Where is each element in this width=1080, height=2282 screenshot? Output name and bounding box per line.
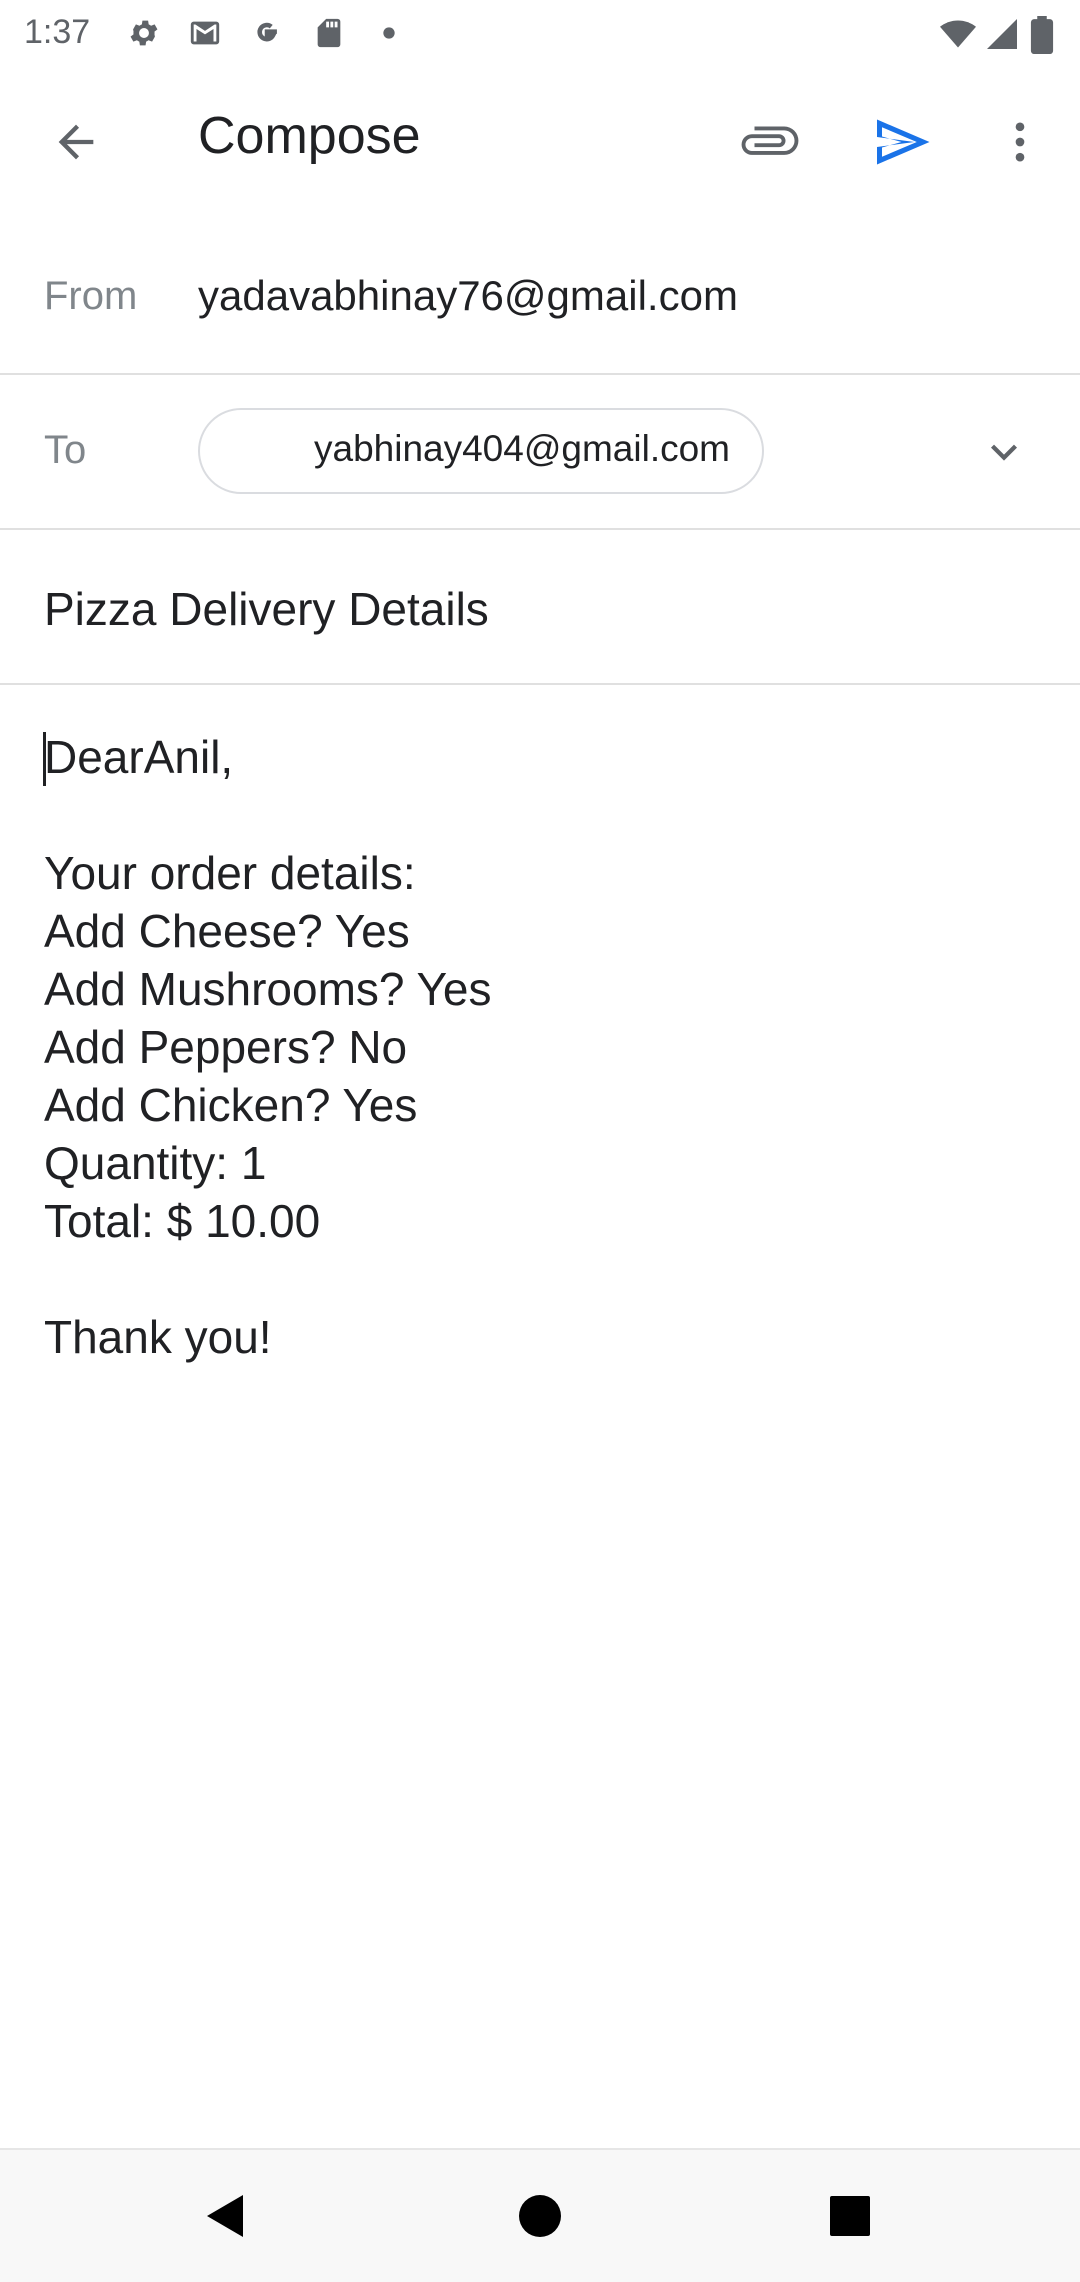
battery-icon bbox=[1030, 16, 1054, 54]
divider bbox=[0, 683, 1080, 685]
send-button[interactable] bbox=[854, 94, 950, 190]
app-bar: Compose bbox=[0, 64, 1080, 224]
from-label: From bbox=[44, 274, 138, 318]
text-cursor bbox=[43, 732, 46, 786]
navigation-bar bbox=[0, 2148, 1080, 2282]
attach-button[interactable] bbox=[722, 94, 818, 190]
signal-icon bbox=[984, 16, 1020, 52]
subject-field[interactable]: Pizza Delivery Details bbox=[44, 582, 489, 636]
arrow-back-icon bbox=[58, 124, 94, 160]
divider bbox=[0, 373, 1080, 375]
google-icon bbox=[250, 16, 284, 50]
body-field[interactable]: DearAnil, Your order details: Add Cheese… bbox=[44, 728, 1044, 1366]
nav-back-icon bbox=[207, 2195, 243, 2237]
wifi-icon bbox=[938, 16, 978, 52]
status-bar: 1:37 bbox=[0, 0, 1080, 64]
gmail-icon bbox=[188, 16, 222, 50]
nav-recents-button[interactable] bbox=[806, 2172, 894, 2260]
page-title: Compose bbox=[198, 107, 421, 165]
nav-recents-icon bbox=[830, 2196, 870, 2236]
expand-recipients-button[interactable] bbox=[956, 404, 1052, 500]
from-value[interactable]: yadavabhinay76@gmail.com bbox=[198, 272, 738, 320]
more-options-button[interactable] bbox=[972, 94, 1068, 190]
sd-card-icon bbox=[312, 16, 346, 50]
nav-home-icon bbox=[519, 2195, 561, 2237]
recipient-chip[interactable]: yabhinay404@gmail.com bbox=[198, 408, 764, 494]
to-label: To bbox=[44, 428, 87, 472]
paperclip-icon bbox=[741, 126, 799, 155]
status-time: 1:37 bbox=[24, 13, 91, 51]
nav-home-button[interactable] bbox=[496, 2172, 584, 2260]
more-vert-icon bbox=[1015, 122, 1025, 162]
recipient-chip-text: yabhinay404@gmail.com bbox=[314, 428, 730, 469]
back-button[interactable] bbox=[28, 94, 124, 190]
send-icon bbox=[877, 119, 930, 165]
chevron-down-icon bbox=[991, 444, 1017, 461]
settings-icon bbox=[127, 16, 161, 50]
nav-back-button[interactable] bbox=[180, 2172, 268, 2260]
dot-icon bbox=[372, 16, 406, 50]
divider bbox=[0, 528, 1080, 530]
